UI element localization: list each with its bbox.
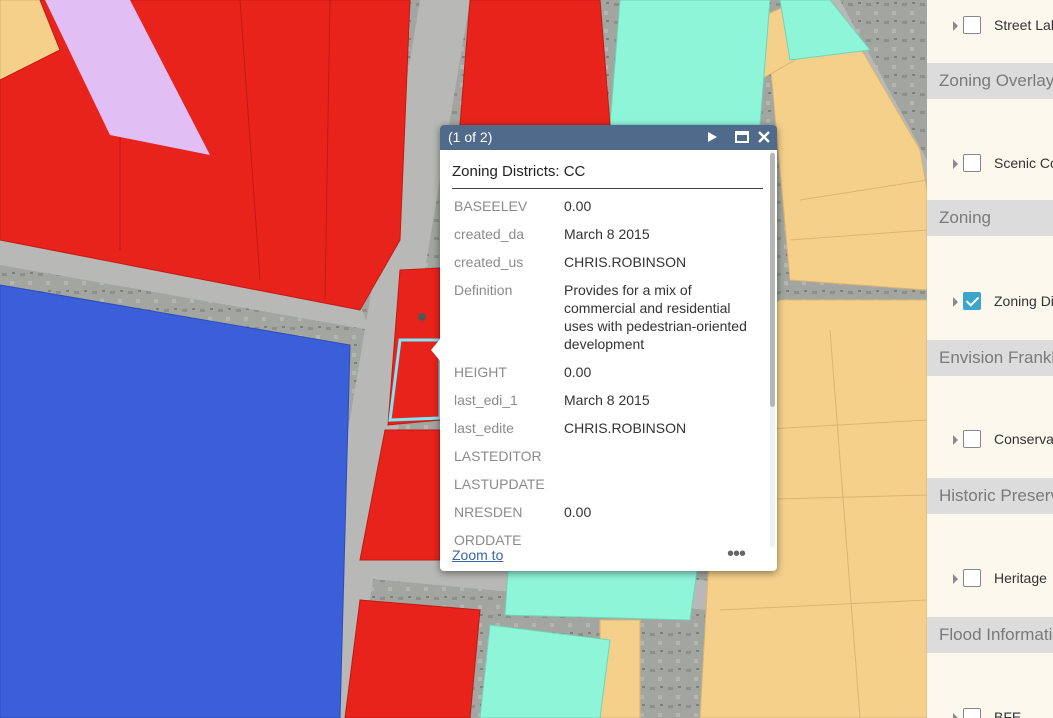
layer-label: Zoning Districts <box>994 293 1053 309</box>
layer-list-panel: Street Labels Zoning Overlay Scenic Corrid… <box>927 0 1053 718</box>
layer-visibility-checkbox[interactable] <box>963 16 981 34</box>
attribute-value: CHRIS.ROBINSON <box>564 254 687 270</box>
expand-arrow-icon[interactable] <box>953 297 958 307</box>
popup-feature-count: (1 of 2) <box>448 129 493 145</box>
layer-group-header[interactable]: Envision Franklin <box>927 340 1053 376</box>
attribute-key: LASTEDITOR <box>454 448 542 464</box>
popup-scrollbar-thumb[interactable] <box>770 153 775 407</box>
attribute-key: BASEELEV <box>454 198 528 214</box>
attribute-value: 0.00 <box>564 364 592 380</box>
layer-label: BFE <box>994 709 1022 718</box>
attribute-key: created_us <box>454 254 524 270</box>
popup-pointer <box>431 338 441 362</box>
attribute-row: created_da March 8 2015 <box>452 225 754 253</box>
attribute-key: created_da <box>454 226 525 242</box>
attribute-value: 0.00 <box>564 504 592 520</box>
feature-popup[interactable]: (1 of 2) Zoning Districts: CC BASEELEV 0.… <box>431 125 777 571</box>
attribute-row: created_us CHRIS.ROBINSON <box>452 253 754 281</box>
popup-scrollbar[interactable] <box>770 151 775 547</box>
layer-group-header[interactable]: Zoning Overlay <box>927 63 1053 99</box>
attribute-row: HEIGHT 0.00 <box>452 363 754 391</box>
attribute-row: ORDDATE <box>452 531 754 547</box>
attribute-value: March 8 2015 <box>564 226 650 242</box>
attribute-key: last_edite <box>454 420 514 436</box>
layer-visibility-checkbox[interactable] <box>963 154 981 172</box>
layer-visibility-checkbox[interactable] <box>963 708 981 718</box>
layer-visibility-checkbox[interactable] <box>963 292 981 310</box>
attribute-value: March 8 2015 <box>564 392 650 408</box>
attribute-row: LASTEDITOR <box>452 447 754 475</box>
attribute-key: HEIGHT <box>454 364 507 380</box>
attribute-row: last_edite CHRIS.ROBINSON <box>452 419 754 447</box>
popup-footer: Zoom to ••• <box>452 543 767 565</box>
expand-arrow-icon[interactable] <box>953 574 958 584</box>
expand-arrow-icon[interactable] <box>953 713 958 718</box>
layer-group-header[interactable]: Historic Preservation <box>927 478 1053 514</box>
attribute-value <box>562 475 754 503</box>
attribute-table: BASEELEV 0.00 created_da March 8 2015 create… <box>452 197 754 547</box>
attribute-key: ORDDATE <box>454 532 522 547</box>
attribute-value: 0.00 <box>564 198 592 214</box>
attribute-value: Provides for a mix of commercial and res… <box>564 282 747 352</box>
attribute-row: LASTUPDATE <box>452 475 754 503</box>
attribute-key: last_edi_1 <box>454 392 518 408</box>
attribute-row: last_edi_1 March 8 2015 <box>452 391 754 419</box>
layer-visibility-checkbox[interactable] <box>963 430 981 448</box>
popup-header: (1 of 2) <box>440 125 777 150</box>
attribute-key: Definition <box>454 282 513 298</box>
attribute-key: NRESDEN <box>454 504 523 520</box>
expand-arrow-icon[interactable] <box>953 159 958 169</box>
close-icon[interactable] <box>756 129 772 145</box>
attribute-row: BASEELEV 0.00 <box>452 197 754 225</box>
attribute-row: Definition Provides for a mix of commerci… <box>452 281 754 363</box>
zoom-to-link[interactable]: Zoom to <box>452 547 503 563</box>
attribute-value <box>562 531 754 547</box>
popup-content: Zoning Districts: CC BASEELEV 0.00 created… <box>452 150 768 547</box>
layer-label: Heritage <box>994 570 1047 586</box>
layer-group-header[interactable]: Zoning <box>927 200 1053 236</box>
layer-label: Street Labels <box>994 17 1053 33</box>
layer-visibility-checkbox[interactable] <box>963 569 981 587</box>
map-marker <box>418 313 426 321</box>
attribute-value: CHRIS.ROBINSON <box>564 420 687 436</box>
attribute-value <box>562 447 754 475</box>
popup-title: Zoning Districts: CC <box>452 163 763 189</box>
attribute-key: LASTUPDATE <box>454 476 545 492</box>
layer-group-header[interactable]: Flood Information <box>927 617 1053 653</box>
next-feature-icon[interactable] <box>704 129 720 145</box>
maximize-icon[interactable] <box>734 129 750 145</box>
layer-label: Scenic Corridor <box>994 155 1053 171</box>
map-view[interactable]: (1 of 2) Zoning Districts: CC BASEELEV 0.… <box>0 0 927 718</box>
expand-arrow-icon[interactable] <box>953 435 958 445</box>
zone-blue-parcel <box>0 284 351 718</box>
attribute-row: NRESDEN 0.00 <box>452 503 754 531</box>
more-actions-icon[interactable]: ••• <box>727 543 746 566</box>
layer-label: Conservation <box>994 431 1053 447</box>
expand-arrow-icon[interactable] <box>953 21 958 31</box>
